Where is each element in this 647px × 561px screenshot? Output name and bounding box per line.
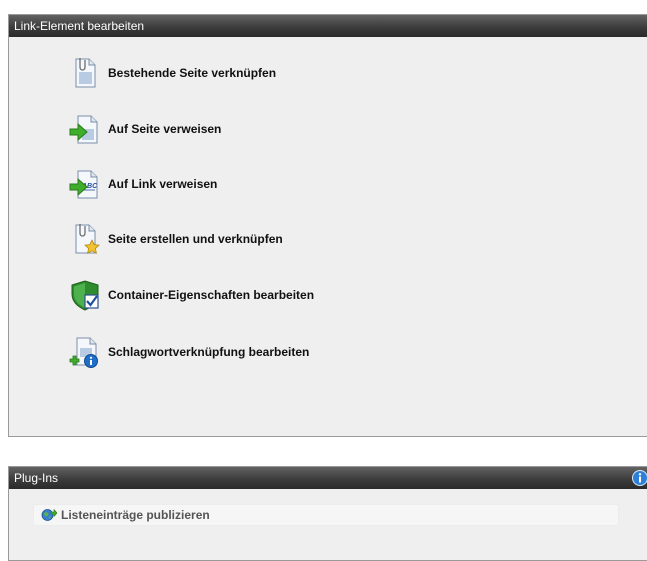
create-and-link-page-button[interactable]: Seite erstellen und verknüpfen <box>68 222 283 256</box>
shield-check-icon <box>68 278 102 312</box>
panel-title: Link-Element bearbeiten <box>14 19 144 33</box>
action-label: Bestehende Seite verknüpfen <box>108 66 276 80</box>
action-label: Seite erstellen und verknüpfen <box>108 232 283 246</box>
refer-to-page-button[interactable]: Auf Seite verweisen <box>68 112 221 146</box>
plugins-panel: Plug-Ins Listeneinträge publizieren <box>8 466 647 561</box>
plugin-item-label: Listeneinträge publizieren <box>61 508 210 522</box>
plugin-item-publish-list-entries[interactable]: Listeneinträge publizieren <box>33 504 619 526</box>
plugins-panel-header: Plug-Ins <box>9 467 647 489</box>
refer-to-link-button[interactable]: ABC Auf Link verweisen <box>68 167 217 201</box>
edit-container-properties-button[interactable]: Container-Eigenschaften bearbeiten <box>68 278 314 312</box>
globe-publish-icon <box>41 507 57 523</box>
page-plus-info-icon <box>68 335 102 369</box>
abc-link-arrow-icon: ABC <box>68 167 102 201</box>
edit-keyword-link-button[interactable]: Schlagwortverknüpfung bearbeiten <box>68 335 309 369</box>
action-label: Auf Seite verweisen <box>108 122 221 136</box>
page-star-icon <box>68 222 102 256</box>
link-element-panel-header: Link-Element bearbeiten <box>9 15 647 37</box>
info-icon[interactable] <box>632 470 647 486</box>
page-arrow-icon <box>68 112 102 146</box>
link-element-panel: Link-Element bearbeiten Bestehende Seite… <box>8 14 647 437</box>
link-existing-page-button[interactable]: Bestehende Seite verknüpfen <box>68 56 276 90</box>
action-label: Auf Link verweisen <box>108 177 217 191</box>
action-label: Container-Eigenschaften bearbeiten <box>108 288 314 302</box>
page-clip-icon <box>68 56 102 90</box>
action-label: Schlagwortverknüpfung bearbeiten <box>108 345 309 359</box>
panel-title: Plug-Ins <box>14 471 58 485</box>
